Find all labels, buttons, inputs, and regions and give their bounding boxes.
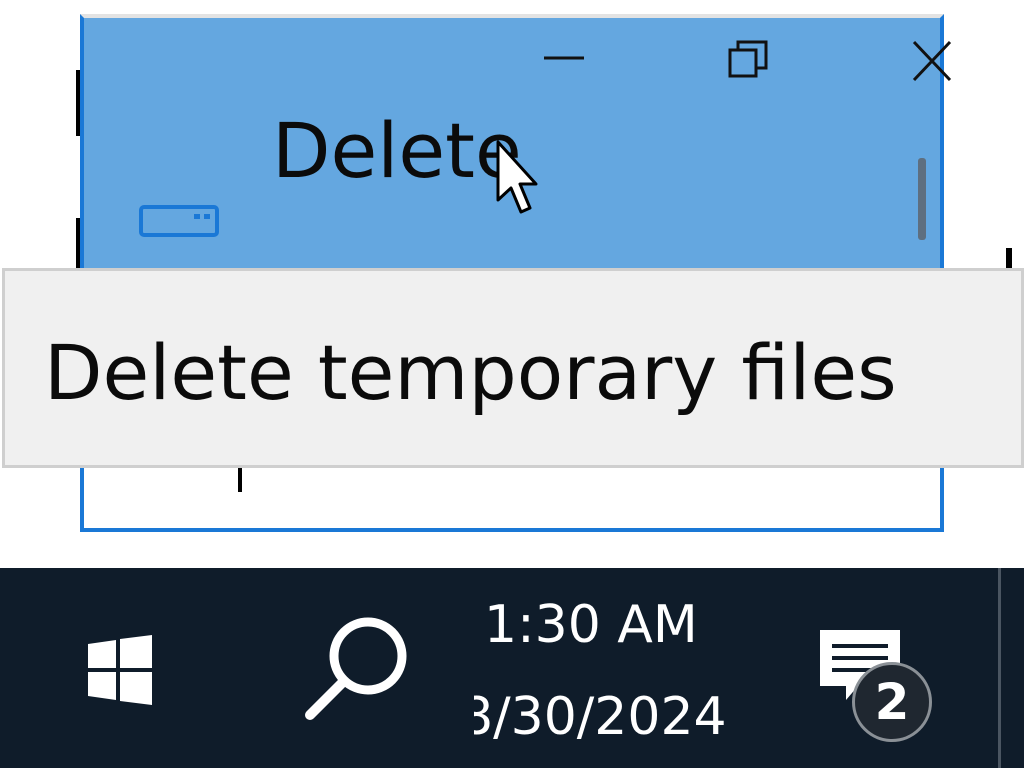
search-icon	[305, 617, 407, 720]
clock-time[interactable]: 1:30 AM	[484, 592, 698, 658]
taskbar-divider	[998, 568, 1001, 768]
tooltip-text: Delete temporary files	[44, 328, 897, 417]
search-button[interactable]	[296, 608, 426, 728]
clock-date[interactable]: 8/30/2024	[474, 684, 734, 750]
clock-date-text: 8/30/2024	[474, 687, 727, 747]
restore-icon	[728, 40, 768, 78]
text-caret	[238, 464, 242, 492]
restore-button[interactable]	[722, 36, 774, 88]
notification-count-badge: 2	[852, 662, 932, 742]
close-button[interactable]	[906, 36, 958, 88]
windows-start-icon	[88, 635, 152, 705]
scrollbar-thumb[interactable]	[918, 158, 926, 240]
desktop-screen: Delete Delete temporary files 1:30 AM 8/…	[0, 0, 1024, 768]
minimize-button[interactable]	[538, 36, 590, 88]
close-icon	[912, 40, 952, 82]
background-text-fragment	[1006, 248, 1012, 270]
drive-icon	[138, 204, 222, 238]
minimize-icon	[544, 56, 584, 60]
dialog-title: Delete	[272, 106, 522, 195]
start-button[interactable]	[84, 634, 156, 706]
